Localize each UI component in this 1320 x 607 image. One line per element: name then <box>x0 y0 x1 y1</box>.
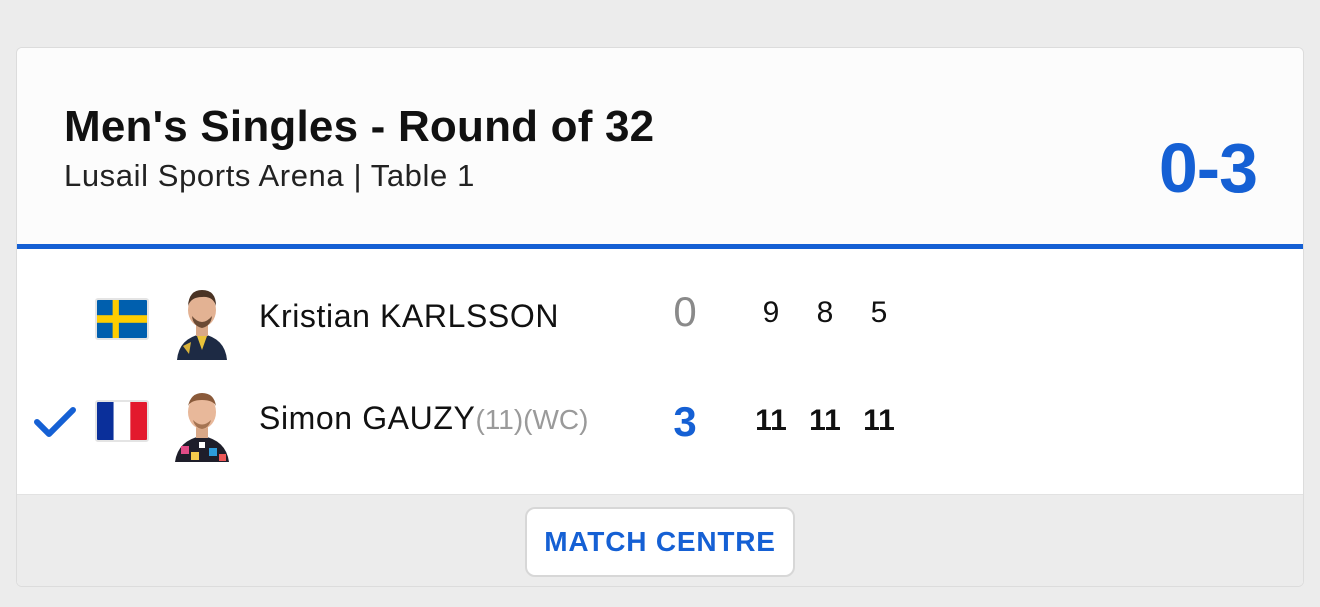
player-name: Simon GAUZY(11)(WC) <box>259 400 588 437</box>
player-avatar <box>169 382 235 462</box>
player-tag: (WC) <box>523 404 589 435</box>
match-card: Men's Singles - Round of 32 Lusail Sport… <box>16 47 1304 587</box>
player-name: Kristian KARLSSON <box>259 298 559 335</box>
match-centre-button[interactable]: MATCH CENTRE <box>525 507 795 577</box>
player-row-1: Kristian KARLSSON 0 9 8 5 <box>17 268 1303 368</box>
sets-won: 3 <box>673 398 697 445</box>
france-flag-icon <box>95 400 149 442</box>
game-score: 9 <box>762 296 780 329</box>
game-score: 11 <box>863 404 895 437</box>
game-score: 11 <box>755 404 787 437</box>
match-venue: Lusail Sports Arena | Table 1 <box>64 158 475 193</box>
match-header: Men's Singles - Round of 32 Lusail Sport… <box>17 48 1303 244</box>
player-seed: (11) <box>475 404 524 435</box>
sets-won: 0 <box>673 288 697 335</box>
match-title: Men's Singles - Round of 32 <box>64 102 655 151</box>
player-name-text: Simon GAUZY <box>259 400 476 436</box>
game-score: 5 <box>870 296 888 329</box>
game-score: 11 <box>809 404 841 437</box>
player-row-2: Simon GAUZY(11)(WC) 3 11 11 11 <box>17 370 1303 470</box>
winner-check-icon <box>33 404 77 440</box>
header-divider <box>17 244 1303 249</box>
card-footer: MATCH CENTRE <box>17 494 1303 586</box>
player-avatar <box>169 280 235 360</box>
game-score: 8 <box>816 296 834 329</box>
sweden-flag-icon <box>95 298 149 340</box>
player-name-text: Kristian KARLSSON <box>259 298 560 334</box>
final-score: 0-3 <box>1158 129 1258 207</box>
